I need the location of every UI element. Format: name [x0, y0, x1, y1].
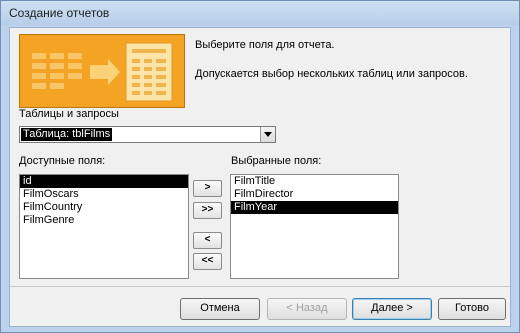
chosen-fields-label: Выбранные поля: — [231, 155, 322, 167]
cancel-button[interactable]: Отмена — [180, 298, 260, 320]
list-item[interactable]: FilmYear — [231, 201, 398, 214]
list-item[interactable]: FilmCountry — [20, 201, 188, 214]
next-button[interactable]: Далее > — [352, 298, 432, 320]
intro-hint: Допускается выбор нескольких таблиц или … — [195, 68, 468, 80]
list-item[interactable]: FilmTitle — [231, 175, 398, 188]
available-fields-list[interactable]: id FilmOscars FilmCountry FilmGenre — [19, 174, 189, 279]
intro-text: Выберите поля для отчета. — [195, 39, 335, 51]
add-all-fields-button[interactable]: >> — [193, 202, 222, 219]
add-field-button[interactable]: > — [193, 180, 222, 197]
chevron-down-icon — [264, 132, 272, 137]
list-item[interactable]: FilmGenre — [20, 214, 188, 227]
remove-all-fields-button[interactable]: << — [193, 253, 222, 270]
source-select[interactable]: Таблица: tblFilms — [19, 126, 276, 143]
dropdown-button[interactable] — [260, 127, 275, 142]
list-item[interactable]: id — [20, 175, 188, 188]
footer-divider — [10, 286, 510, 287]
list-item[interactable]: FilmOscars — [20, 188, 188, 201]
dialog-body: Выберите поля для отчета. Допускается вы… — [9, 27, 511, 327]
report-wizard-illustration — [19, 34, 185, 108]
available-fields-label: Доступные поля: — [19, 155, 106, 167]
remove-field-button[interactable]: < — [193, 232, 222, 249]
list-item[interactable]: FilmDirector — [231, 188, 398, 201]
back-button[interactable]: < Назад — [267, 298, 347, 320]
finish-button[interactable]: Готово — [438, 298, 506, 320]
source-label: Таблицы и запросы — [19, 108, 119, 120]
chosen-fields-list[interactable]: FilmTitle FilmDirector FilmYear — [230, 174, 399, 279]
title-bar[interactable]: Создание отчетов — [1, 1, 519, 25]
source-select-value: Таблица: tblFilms — [21, 128, 113, 141]
window-title: Создание отчетов — [9, 6, 110, 20]
report-wizard-window: Создание отчетов Выберите поля для отчет… — [0, 0, 520, 333]
